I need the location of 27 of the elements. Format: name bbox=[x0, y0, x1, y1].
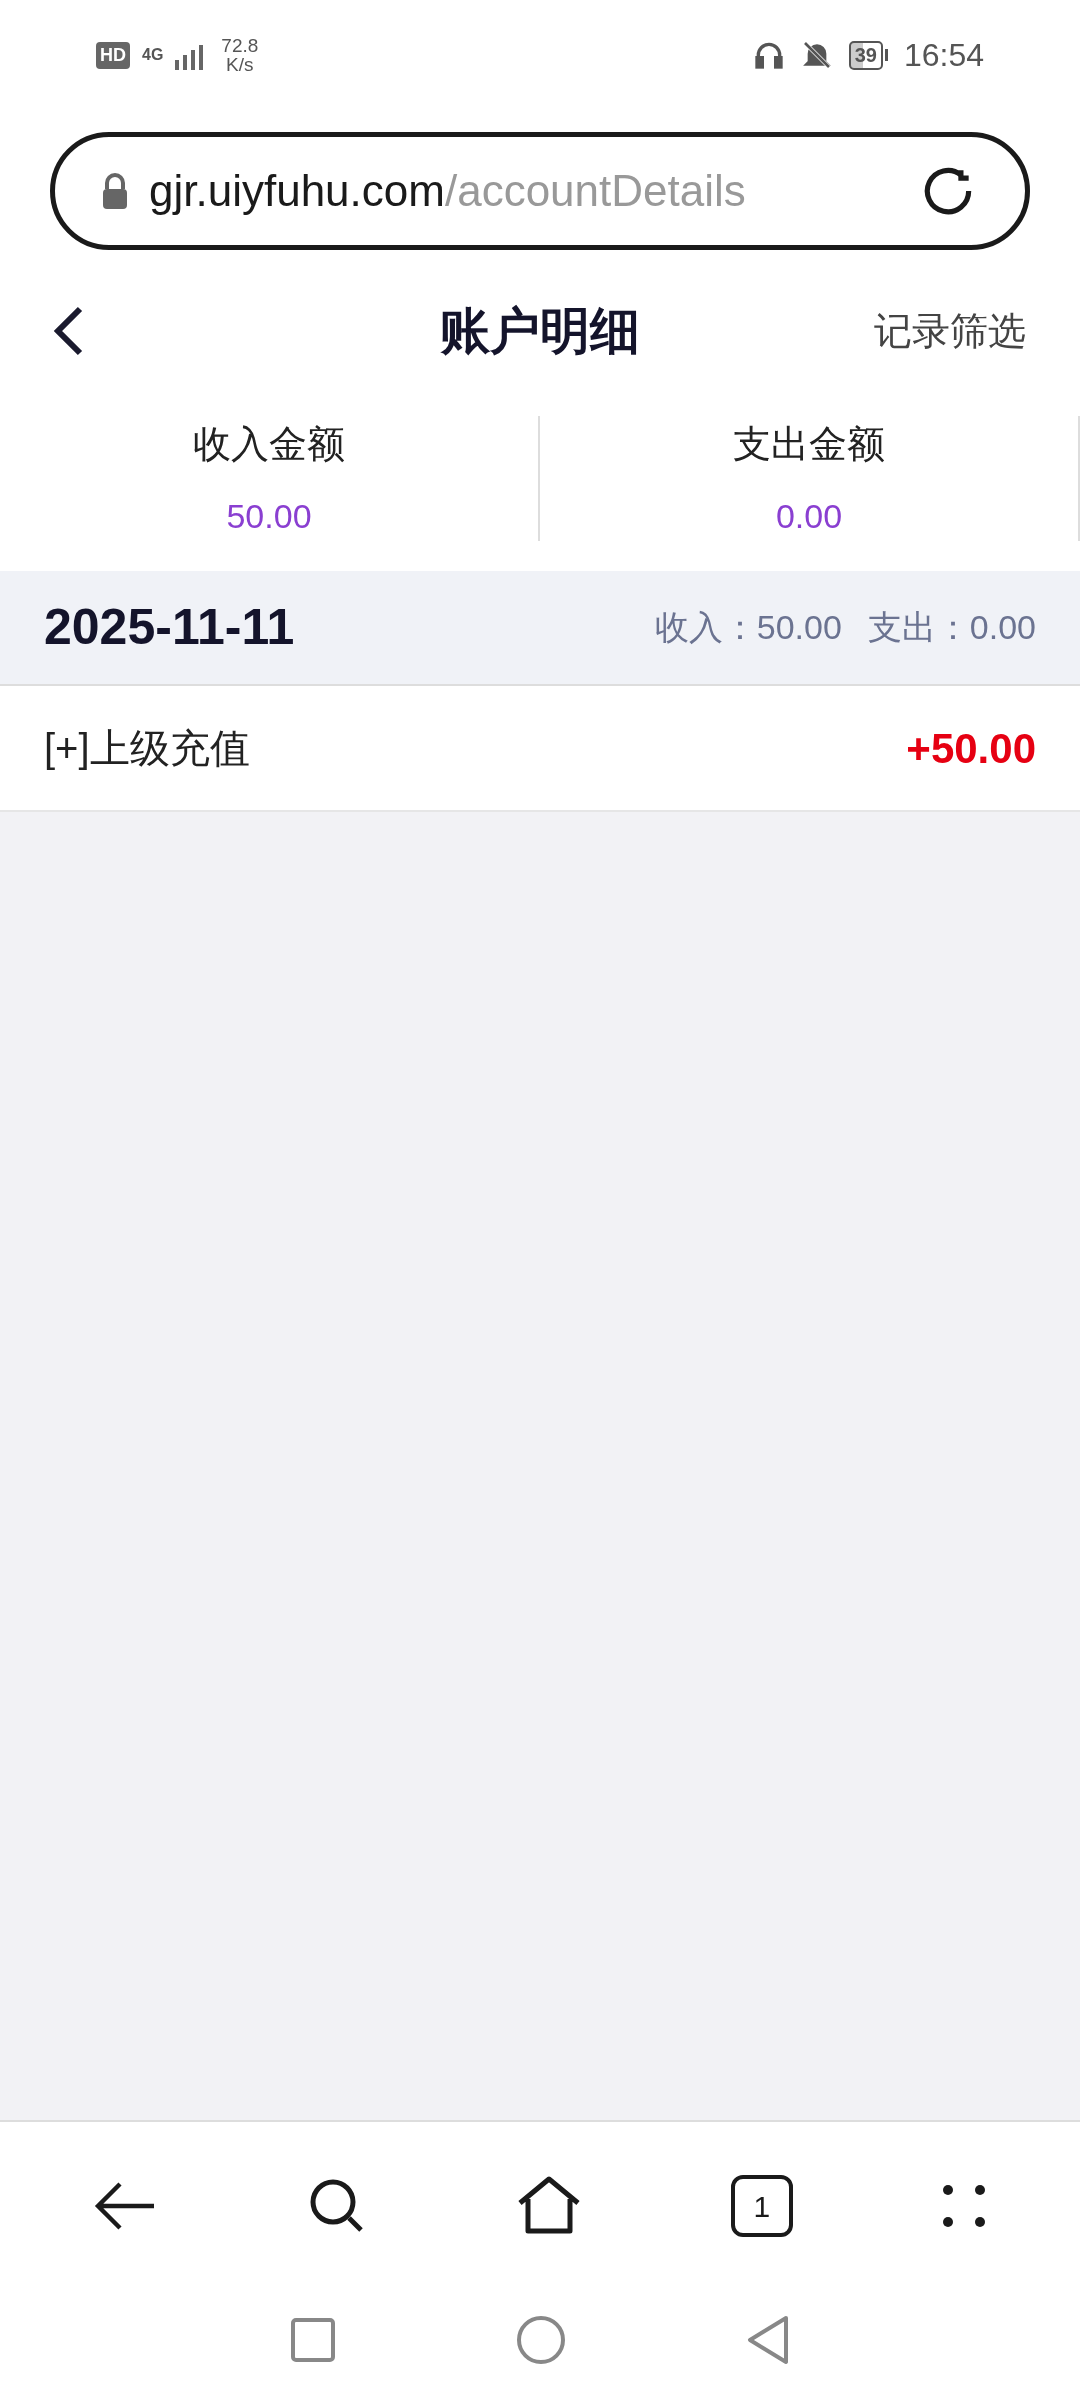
summary-label: 支出金额 bbox=[733, 422, 885, 467]
lock-icon bbox=[101, 173, 129, 209]
speed-unit: K/s bbox=[226, 55, 254, 74]
home-icon[interactable] bbox=[516, 2175, 582, 2237]
hd-badge: HD bbox=[96, 41, 130, 69]
group-date: 2025-11-11 bbox=[44, 598, 295, 657]
home-circle-icon[interactable] bbox=[516, 2315, 566, 2365]
url-text: gjr.uiyfuhu.com/accountDetails bbox=[149, 165, 747, 217]
group-expense: 支出：0.00 bbox=[867, 607, 1036, 648]
network-label: 4G bbox=[142, 45, 164, 65]
summary-label: 收入金额 bbox=[193, 422, 345, 467]
clock: 16:54 bbox=[903, 36, 984, 75]
speed-value: 72.8 bbox=[221, 36, 259, 55]
back-triangle-icon[interactable] bbox=[746, 2315, 790, 2365]
summary-value: 0.00 bbox=[775, 496, 843, 537]
more-icon[interactable] bbox=[941, 2184, 986, 2228]
record-amount: +50.00 bbox=[906, 723, 1036, 774]
recents-icon[interactable] bbox=[290, 2317, 336, 2363]
record-title: [+]上级充值 bbox=[44, 725, 250, 772]
bell-off-icon bbox=[800, 39, 833, 71]
address-bar[interactable]: gjr.uiyfuhu.com/accountDetails bbox=[50, 132, 1030, 250]
tabs-button[interactable]: 1 bbox=[730, 2175, 793, 2237]
group-income: 收入：50.00 bbox=[654, 607, 842, 648]
record-row[interactable]: [+]上级充值 +50.00 bbox=[0, 686, 1080, 812]
summary-value: 50.00 bbox=[226, 496, 312, 537]
page-title: 账户明细 bbox=[440, 301, 640, 361]
filter-link[interactable]: 记录筛选 bbox=[874, 302, 1030, 360]
